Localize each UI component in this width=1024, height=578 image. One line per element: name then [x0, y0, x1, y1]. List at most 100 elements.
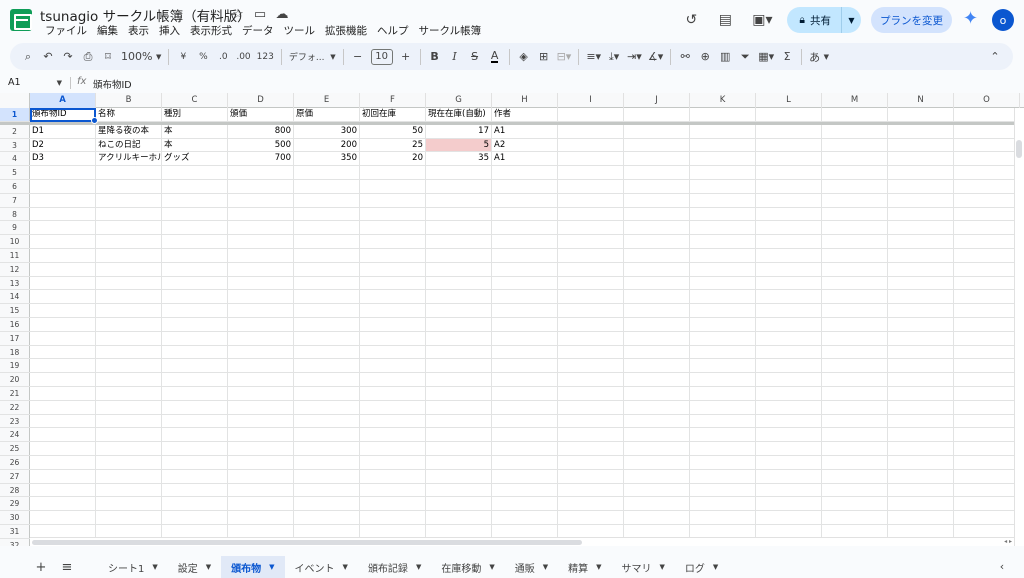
sheet-grid[interactable]: ABCDEFGHIJKLMNO 1 頒布物ID 名称 種別 頒価 原価 初回在庫 現在在庫(自…	[0, 93, 1024, 546]
grid-cell[interactable]	[624, 262, 690, 276]
grid-cell[interactable]	[756, 373, 822, 386]
grid-cell[interactable]	[360, 207, 426, 221]
grid-cell[interactable]	[822, 138, 888, 152]
grid-cell[interactable]	[624, 428, 690, 442]
grid-cell[interactable]	[888, 290, 954, 304]
grid-cell[interactable]	[888, 124, 954, 138]
grid-cell[interactable]	[756, 207, 822, 221]
grid-cell[interactable]	[162, 331, 228, 345]
grid-cell[interactable]	[954, 428, 1020, 442]
grid-cell[interactable]	[30, 497, 96, 511]
grid-cell[interactable]	[228, 304, 294, 317]
grid-cell[interactable]	[558, 318, 624, 331]
grid-cell[interactable]	[294, 373, 360, 386]
grid-cell[interactable]	[954, 138, 1020, 152]
column-header[interactable]: B	[96, 93, 162, 108]
grid-cell[interactable]	[558, 249, 624, 262]
increase-decimal-button[interactable]: .00	[233, 46, 253, 68]
grid-cell[interactable]: A1	[492, 124, 558, 138]
grid-cell[interactable]	[96, 290, 162, 304]
grid-cell[interactable]	[558, 456, 624, 469]
grid-cell[interactable]	[228, 400, 294, 414]
chevron-down-icon[interactable]: ▼	[206, 563, 211, 571]
grid-cell[interactable]: ねこの日記	[96, 138, 162, 152]
font-size-decrease-button[interactable]: −	[348, 46, 368, 68]
grid-cell[interactable]	[492, 373, 558, 386]
grid-cell[interactable]	[624, 318, 690, 331]
text-color-button[interactable]: A	[485, 46, 505, 68]
grid-cell[interactable]	[954, 262, 1020, 276]
grid-cell[interactable]: 5	[426, 138, 492, 152]
grid-cell[interactable]	[162, 180, 228, 193]
grid-cell[interactable]: 300	[294, 124, 360, 138]
grid-cell[interactable]	[624, 166, 690, 179]
grid-cell[interactable]	[426, 221, 492, 235]
grid-cell[interactable]	[30, 373, 96, 386]
grid-cell[interactable]	[558, 373, 624, 386]
grid-cell[interactable]	[30, 331, 96, 345]
grid-cell[interactable]: 35	[426, 152, 492, 166]
grid-cell[interactable]: 17	[426, 124, 492, 138]
sheet-tab[interactable]: 頒布記録 ▼	[358, 556, 431, 578]
grid-cell[interactable]	[492, 345, 558, 359]
grid-cell[interactable]	[492, 483, 558, 497]
grid-cell[interactable]	[822, 345, 888, 359]
grid-cell[interactable]	[756, 138, 822, 152]
sheet-tab[interactable]: 頒布物 ▼	[221, 556, 285, 578]
collapse-tabs-icon[interactable]: ‹	[994, 559, 1010, 575]
grid-cell[interactable]	[162, 400, 228, 414]
grid-cell[interactable]	[690, 221, 756, 235]
grid-cell[interactable]	[558, 414, 624, 428]
grid-cell[interactable]	[360, 373, 426, 386]
grid-cell[interactable]	[888, 469, 954, 483]
functions-icon[interactable]: Σ	[777, 46, 797, 68]
document-title[interactable]: tsunagio サークル帳簿（有料版）	[40, 5, 251, 25]
grid-cell[interactable]	[954, 276, 1020, 290]
sheet-tab[interactable]: イベント ▼	[285, 556, 358, 578]
chevron-down-icon[interactable]: ▼	[416, 563, 421, 571]
grid-cell[interactable]	[294, 235, 360, 248]
percent-format-button[interactable]: %	[193, 46, 213, 68]
currency-format-button[interactable]: ¥	[173, 46, 193, 68]
grid-cell[interactable]	[96, 373, 162, 386]
grid-cell[interactable]	[30, 400, 96, 414]
grid-cell[interactable]	[360, 290, 426, 304]
font-size-increase-button[interactable]: +	[396, 46, 416, 68]
grid-cell[interactable]	[954, 180, 1020, 193]
grid-cell[interactable]: 作者	[492, 108, 558, 121]
grid-cell[interactable]	[888, 428, 954, 442]
grid-cell[interactable]	[558, 124, 624, 138]
grid-cell[interactable]	[228, 345, 294, 359]
grid-cell[interactable]	[96, 400, 162, 414]
grid-cell[interactable]	[228, 318, 294, 331]
grid-cell[interactable]	[294, 525, 360, 538]
grid-cell[interactable]	[294, 221, 360, 235]
grid-cell[interactable]	[426, 166, 492, 179]
paint-format-icon[interactable]: ⌑	[98, 46, 118, 68]
grid-cell[interactable]	[294, 331, 360, 345]
grid-cell[interactable]	[954, 193, 1020, 207]
grid-cell[interactable]	[624, 373, 690, 386]
star-icon[interactable]: ☆	[230, 7, 246, 23]
vertical-scroll-thumb[interactable]	[1016, 140, 1022, 158]
grid-cell[interactable]	[162, 262, 228, 276]
chevron-down-icon[interactable]: ▼	[713, 563, 718, 571]
grid-cell[interactable]	[756, 235, 822, 248]
grid-cell[interactable]	[492, 400, 558, 414]
borders-icon[interactable]: ⊞	[534, 46, 554, 68]
grid-cell[interactable]	[30, 166, 96, 179]
grid-cell[interactable]	[822, 249, 888, 262]
grid-cell[interactable]	[690, 166, 756, 179]
grid-cell[interactable]	[558, 483, 624, 497]
horizontal-scroll-thumb[interactable]	[32, 540, 582, 545]
grid-cell[interactable]: 700	[228, 152, 294, 166]
row-header[interactable]: 14	[0, 290, 30, 304]
grid-cell[interactable]	[954, 304, 1020, 317]
grid-cell[interactable]	[294, 359, 360, 373]
row-header[interactable]: 27	[0, 469, 30, 483]
grid-cell[interactable]	[426, 359, 492, 373]
grid-cell[interactable]	[822, 442, 888, 455]
grid-cell[interactable]	[690, 207, 756, 221]
grid-cell[interactable]	[624, 511, 690, 524]
grid-cell[interactable]	[690, 497, 756, 511]
